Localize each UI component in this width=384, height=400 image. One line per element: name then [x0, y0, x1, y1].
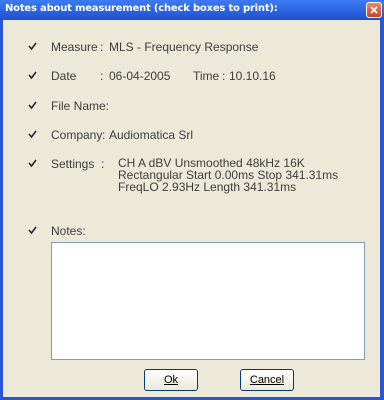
date-value: 06-04-2005 [109, 69, 171, 83]
time-label: Time [193, 69, 220, 83]
cancel-button[interactable]: Cancel [240, 369, 294, 391]
company-value: Audiomatica Srl [109, 128, 194, 142]
notes-checkbox[interactable] [27, 225, 38, 236]
settings-label: Settings [51, 157, 95, 171]
measure-label: Measure [51, 40, 98, 54]
close-icon [370, 6, 378, 14]
company-checkbox[interactable] [27, 129, 38, 140]
time-value: 10.10.16 [229, 69, 276, 83]
close-button[interactable] [366, 2, 382, 18]
dialog-body: Measure : MLS - Frequency Response Date … [3, 20, 380, 397]
window-title: Notes about measurement (check boxes to … [5, 3, 278, 14]
file-name-checkbox[interactable] [27, 100, 38, 111]
notes-label: Notes: [51, 224, 86, 238]
company-label: Company [51, 128, 103, 142]
measure-checkbox[interactable] [27, 41, 38, 52]
ok-button[interactable]: Ok [144, 369, 198, 391]
settings-details: CH A dBV Unsmoothed 48kHz 16K Rectangula… [118, 157, 338, 193]
dialog-window: Notes about measurement (check boxes to … [0, 0, 384, 400]
date-label: Date [51, 69, 77, 83]
file-name-label: File Name: [51, 99, 110, 113]
notes-textarea[interactable] [51, 242, 365, 360]
measure-value: MLS - Frequency Response [109, 40, 259, 54]
settings-line: FreqLO 2.93Hz Length 341.31ms [118, 180, 297, 194]
title-bar[interactable]: Notes about measurement (check boxes to … [0, 0, 384, 20]
settings-checkbox[interactable] [27, 158, 38, 169]
date-checkbox[interactable] [27, 70, 38, 81]
